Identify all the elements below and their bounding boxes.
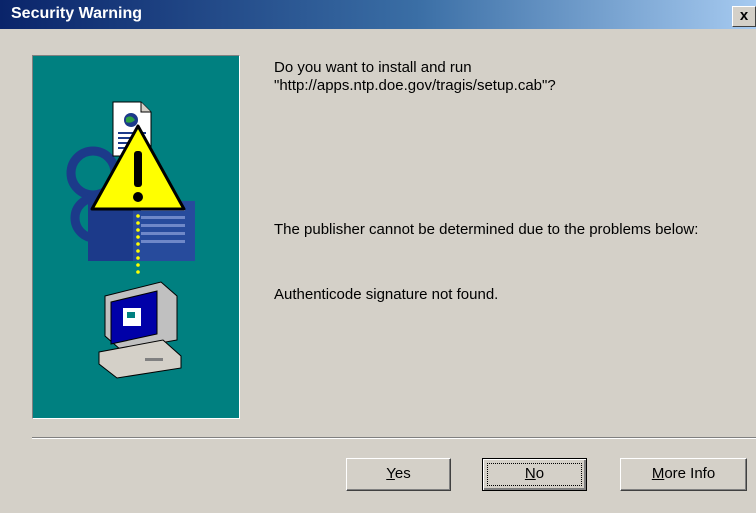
close-button[interactable]: x xyxy=(732,6,756,27)
focus-rectangle xyxy=(487,463,582,486)
install-question: Do you want to install and run "http://a… xyxy=(274,59,556,94)
computer-icon xyxy=(98,281,182,379)
more-info-accelerator: M xyxy=(651,465,665,482)
security-illustration-panel xyxy=(32,55,240,419)
yes-accelerator: Y xyxy=(386,465,395,482)
title-bar[interactable]: Security Warning x xyxy=(0,0,756,29)
more-info-label: ore Info xyxy=(664,465,716,482)
yes-button[interactable]: Yes xyxy=(346,458,451,491)
window-title: Security Warning xyxy=(11,5,142,22)
security-illustration xyxy=(66,101,195,379)
yes-label: es xyxy=(394,465,411,482)
separator xyxy=(32,437,756,439)
more-info-button[interactable]: More Info xyxy=(620,458,747,491)
connection-dots xyxy=(136,214,140,274)
no-button[interactable]: No xyxy=(482,458,587,491)
publisher-warning: The publisher cannot be determined due t… xyxy=(274,221,699,238)
authenticode-status: Authenticode signature not found. xyxy=(274,286,499,303)
warning-icon xyxy=(90,124,186,211)
